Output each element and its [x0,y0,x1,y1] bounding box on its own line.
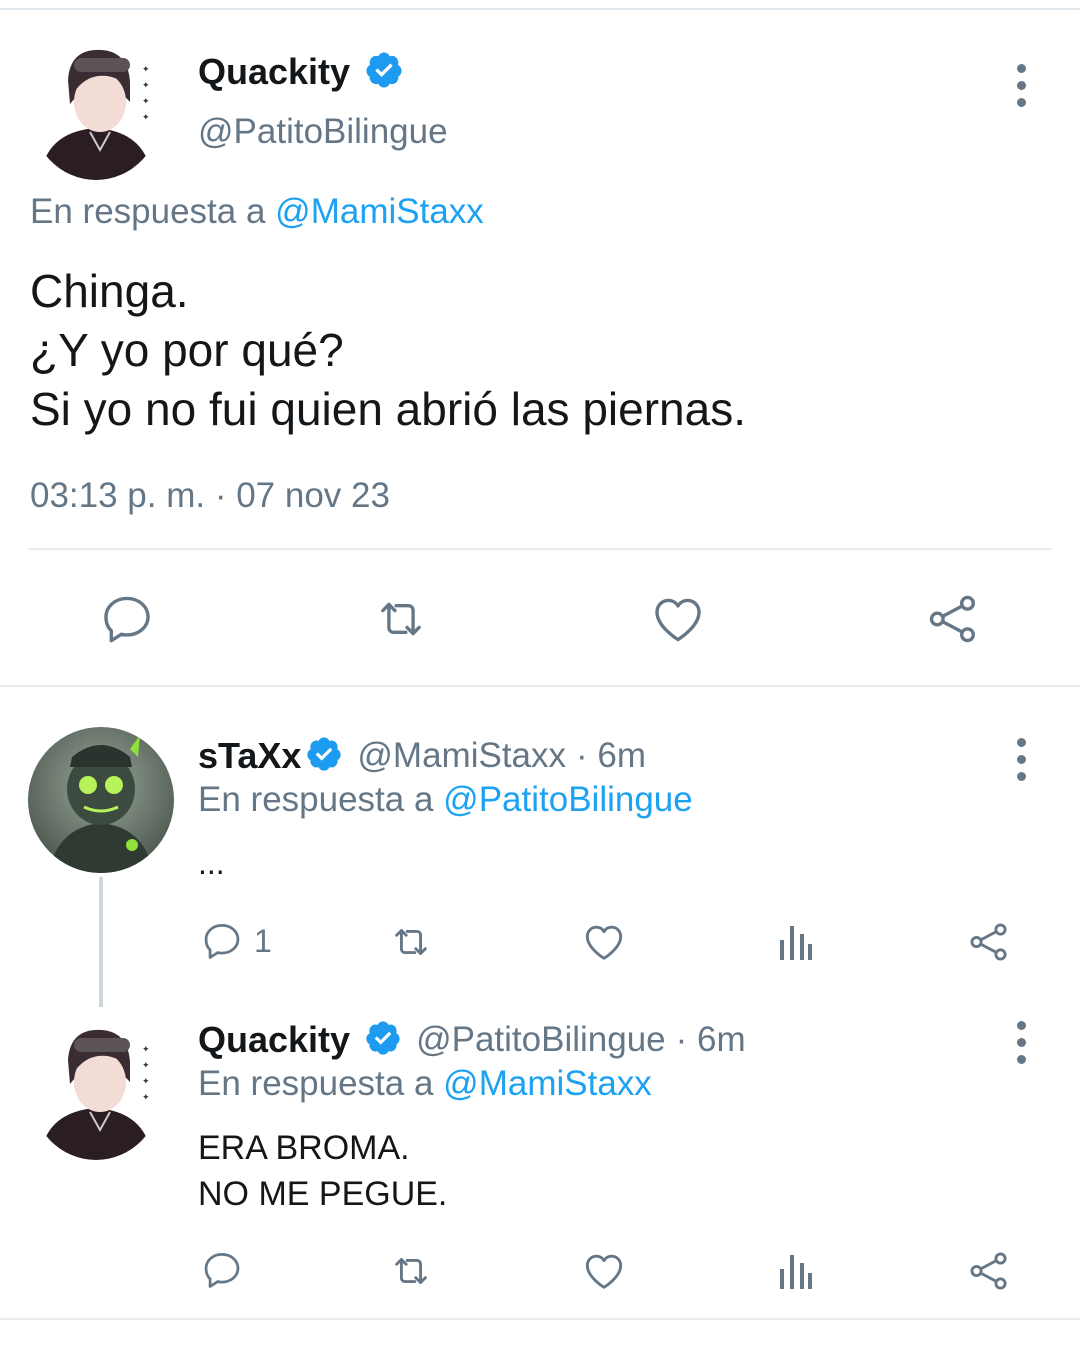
more-icon[interactable] [1009,738,1033,781]
reply-icon [104,596,150,643]
avatar-quackity[interactable]: ✦ ✦ ✦ ✦ [30,40,162,180]
avatar-staxx[interactable] [28,727,174,873]
section-divider [0,1318,1080,1320]
like-icon [585,1254,623,1289]
like-icon [655,598,701,642]
verified-icon [305,735,343,778]
reply-icon [204,924,240,959]
reply-to-link[interactable]: @MamiStaxx [443,1064,652,1103]
tweet-text: Chinga. ¿Y yo por qué? Si yo no fui quie… [30,265,746,435]
reply-count: 1 [254,922,272,959]
verified-icon [364,1019,402,1062]
reply-context: En respuesta a @MamiStaxx [198,1064,652,1104]
like-icon [585,925,623,960]
author-name[interactable]: Quackity [198,51,350,93]
retweet-button[interactable] [370,590,432,648]
tweet-timestamp[interactable]: 03:13 p. m. · 07 nov 23 [30,476,390,516]
svg-text:✦: ✦ [142,1092,150,1102]
reply-button[interactable] [98,590,156,648]
avatar-quackity[interactable]: ✦ ✦ ✦ ✦ [30,1020,162,1160]
share-icon [929,595,975,643]
views-button[interactable] [776,921,816,963]
views-icon [780,926,812,960]
retweet-icon [395,929,427,955]
author-name[interactable]: sTaXx [198,735,301,777]
more-icon[interactable] [1009,64,1033,107]
reply-icon [204,1253,240,1288]
share-icon [970,923,1007,961]
share-icon [970,1252,1007,1290]
share-button[interactable] [924,590,982,648]
retweet-icon [395,1258,427,1284]
svg-text:✦: ✦ [142,80,150,90]
svg-text:✦: ✦ [142,1060,150,1070]
retweet-button[interactable] [386,1248,436,1294]
svg-text:✦: ✦ [142,64,150,74]
thread-line [99,877,103,1007]
svg-text:✦: ✦ [142,112,150,122]
reply-prefix: En respuesta a [198,780,434,819]
reply-context: En respuesta a @MamiStaxx [30,192,484,232]
reply-prefix: En respuesta a [30,192,266,231]
reply-button[interactable] [200,1248,244,1292]
views-icon [780,1255,812,1289]
retweet-icon [381,602,421,636]
tweet-text: ERA BROMA. NO ME PEGUE. [198,1129,448,1213]
section-divider [0,685,1080,687]
tweet-text: ... [198,845,225,881]
retweet-button[interactable] [386,919,436,965]
tweet-age[interactable]: · 6m [576,736,646,776]
top-divider [0,8,1080,10]
author-name[interactable]: Quackity [198,1019,350,1061]
reply-to-link[interactable]: @MamiStaxx [275,192,484,231]
like-button[interactable] [648,590,708,648]
more-icon[interactable] [1009,1021,1033,1064]
reply-button[interactable]: 1 [200,919,272,963]
like-button[interactable] [580,1248,628,1294]
share-button[interactable] [966,1248,1012,1294]
author-handle[interactable]: @PatitoBilingue [416,1020,666,1060]
reply-prefix: En respuesta a [198,1064,434,1103]
svg-text:✦: ✦ [142,1044,150,1054]
tweet-age[interactable]: · 6m [676,1020,746,1060]
reply-to-link[interactable]: @PatitoBilingue [443,780,693,819]
like-button[interactable] [580,919,628,965]
author-handle[interactable]: @MamiStaxx [357,736,566,776]
verified-icon [364,50,404,95]
views-button[interactable] [776,1250,816,1292]
divider [28,548,1052,550]
reply-context: En respuesta a @PatitoBilingue [198,780,693,820]
svg-text:✦: ✦ [142,96,150,106]
share-button[interactable] [966,919,1012,965]
svg-text:✦: ✦ [142,1076,150,1086]
author-handle[interactable]: @PatitoBilingue [198,112,448,152]
